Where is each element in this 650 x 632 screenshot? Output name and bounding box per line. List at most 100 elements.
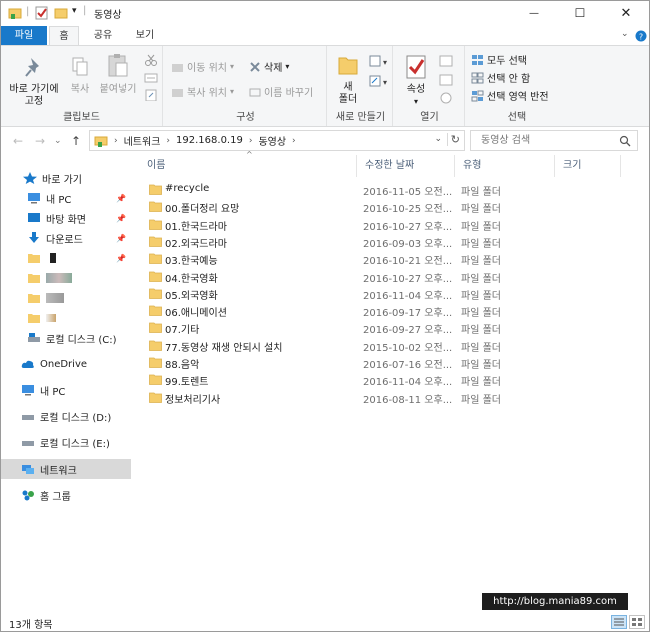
address-history-icon[interactable]: ⌄: [434, 134, 442, 144]
file-name[interactable]: 06.애니메이션: [165, 304, 227, 319]
easy-access-icon[interactable]: ▾: [369, 74, 387, 88]
file-name[interactable]: 00.폴더정리 요망: [165, 200, 239, 215]
copy-to-icon: [172, 88, 183, 97]
paste-button[interactable]: 붙여넣기: [97, 52, 139, 96]
file-row[interactable]: 02.외국드라마 2016-09-03 오후... 파일 폴더: [139, 233, 629, 250]
nav-local-disk-e[interactable]: 로컬 디스크 (E:): [1, 432, 131, 452]
breadcrumb-separator[interactable]: ›: [292, 136, 296, 146]
address-bar[interactable]: › 네트워크 › 192.168.0.19 › 동영상 › ⌄ ↻: [89, 130, 465, 151]
breadcrumb-separator[interactable]: ›: [114, 136, 118, 146]
nav-network[interactable]: 네트워크: [1, 459, 131, 479]
tab-file[interactable]: 파일: [1, 26, 47, 45]
nav-pinned-downloads[interactable]: 다운로드 📌: [1, 228, 131, 248]
file-name[interactable]: 05.외국영화: [165, 287, 218, 302]
file-row[interactable]: 77.동영상 재생 안되시 설치 2015-10-02 오전... 파일 폴더: [139, 337, 629, 354]
select-none-button[interactable]: 선택 안 함: [471, 70, 530, 85]
help-icon[interactable]: ?: [635, 30, 647, 42]
copy-button[interactable]: 복사: [67, 56, 93, 96]
nav-homegroup[interactable]: 홈 그룹: [1, 485, 131, 505]
rename-button[interactable]: 이름 바꾸기: [249, 84, 313, 99]
breadcrumb-separator[interactable]: ›: [166, 136, 170, 146]
tab-view[interactable]: 보기: [127, 26, 163, 45]
file-name[interactable]: 정보처리기사: [165, 391, 220, 406]
collapse-ribbon-icon[interactable]: ⌄: [621, 29, 629, 39]
minimize-button[interactable]: —: [511, 1, 557, 25]
copy-to-button[interactable]: 복사 위치 ▾: [171, 84, 234, 99]
file-type: 파일 폴더: [461, 221, 501, 233]
edit-icon[interactable]: [439, 73, 455, 87]
file-row[interactable]: 정보처리기사 2016-08-11 오후... 파일 폴더: [139, 389, 629, 406]
copy-path-icon[interactable]: [144, 72, 158, 84]
column-header-name[interactable]: 이름: [139, 155, 357, 177]
nav-pinned-this-pc[interactable]: 내 PC 📌: [1, 188, 131, 208]
properties-check-icon[interactable]: [34, 5, 50, 21]
file-row[interactable]: 03.한국예능 2016-10-21 오전... 파일 폴더: [139, 250, 629, 267]
file-name[interactable]: 02.외국드라마: [165, 235, 227, 250]
properties-button[interactable]: 속성 ▾: [399, 54, 433, 108]
back-arrow-icon[interactable]: ←: [13, 134, 23, 148]
recent-locations-icon[interactable]: ⌄: [54, 136, 62, 146]
history-icon[interactable]: [439, 91, 455, 105]
move-to-button[interactable]: 이동 위치 ▾: [171, 59, 234, 74]
file-name[interactable]: 77.동영상 재생 안되시 설치: [165, 339, 282, 354]
large-icons-view-button[interactable]: [629, 615, 645, 629]
open-icon[interactable]: [439, 54, 455, 68]
file-name[interactable]: 04.한국영화: [165, 270, 218, 285]
new-item-icon[interactable]: ▾: [369, 54, 387, 68]
nav-blurred-folder[interactable]: [1, 268, 131, 288]
search-box[interactable]: [470, 130, 638, 151]
column-header-size[interactable]: 크기: [555, 155, 621, 177]
file-row[interactable]: 04.한국영화 2016-10-27 오후... 파일 폴더: [139, 268, 629, 285]
file-row[interactable]: #recycle 2016-11-05 오전... 파일 폴더: [139, 181, 629, 198]
new-folder-button[interactable]: 새 폴더: [333, 52, 363, 106]
nav-local-disk-d[interactable]: 로컬 디스크 (D:): [1, 406, 131, 426]
file-modified-date: 2016-08-11 오후...: [363, 394, 453, 406]
breadcrumb-network[interactable]: 네트워크: [124, 133, 161, 148]
search-icon[interactable]: [619, 135, 631, 147]
file-row[interactable]: 05.외국영화 2016-11-04 오후... 파일 폴더: [139, 285, 629, 302]
invert-selection-button[interactable]: 선택 영역 반전: [471, 88, 549, 103]
column-header-modified[interactable]: 수정한 날짜: [357, 155, 455, 177]
maximize-button[interactable]: ☐: [557, 1, 603, 25]
column-header-type[interactable]: 유형: [455, 155, 555, 177]
pin-to-quick-access-button[interactable]: 바로 가기에 고정: [5, 56, 63, 108]
nav-local-disk-c[interactable]: 로컬 디스크 (C:): [1, 328, 131, 348]
breadcrumb-server[interactable]: 192.168.0.19: [176, 135, 243, 146]
forward-arrow-icon[interactable]: →: [35, 134, 45, 148]
details-view-button[interactable]: [611, 615, 627, 629]
nav-blurred-folder[interactable]: 📌: [1, 248, 131, 268]
nav-blurred-folder[interactable]: [1, 288, 131, 308]
file-name[interactable]: 01.한국드라마: [165, 218, 227, 233]
search-input[interactable]: [471, 131, 611, 150]
file-name[interactable]: 07.기타: [165, 321, 199, 336]
file-name[interactable]: 88.음악: [165, 356, 199, 371]
nav-this-pc[interactable]: 내 PC: [1, 380, 131, 400]
cut-icon[interactable]: [144, 54, 158, 66]
file-name[interactable]: 99.토렌트: [165, 373, 209, 388]
file-row[interactable]: 01.한국드라마 2016-10-27 오후... 파일 폴더: [139, 216, 629, 233]
file-row[interactable]: 88.음악 2016-07-16 오전... 파일 폴더: [139, 354, 629, 371]
nav-blurred-folder[interactable]: [1, 308, 131, 328]
breadcrumb-separator[interactable]: ›: [249, 136, 253, 146]
nav-quick-access[interactable]: 바로 가기: [1, 168, 131, 188]
refresh-icon[interactable]: ↻: [446, 133, 460, 146]
pin-icon: [25, 58, 39, 77]
up-arrow-icon[interactable]: ↑: [71, 134, 81, 148]
file-name[interactable]: 03.한국예능: [165, 252, 218, 267]
nav-pinned-desktop[interactable]: 바탕 화면 📌: [1, 208, 131, 228]
file-name[interactable]: #recycle: [165, 183, 209, 194]
close-button[interactable]: ✕: [603, 1, 649, 25]
nav-onedrive[interactable]: OneDrive: [1, 354, 131, 374]
quick-access-dropdown-icon[interactable]: ▾: [72, 6, 77, 16]
tab-share[interactable]: 공유: [85, 26, 121, 45]
file-row[interactable]: 07.기타 2016-09-27 오후... 파일 폴더: [139, 319, 629, 336]
delete-button[interactable]: 삭제 ▾: [249, 59, 289, 74]
paste-shortcut-icon[interactable]: [144, 89, 158, 101]
new-folder-icon[interactable]: [53, 5, 69, 21]
file-row[interactable]: 00.폴더정리 요망 2016-10-25 오전... 파일 폴더: [139, 198, 629, 215]
select-all-button[interactable]: 모두 선택: [471, 52, 527, 67]
breadcrumb-current[interactable]: 동영상: [258, 133, 286, 148]
file-row[interactable]: 06.애니메이션 2016-09-17 오후... 파일 폴더: [139, 302, 629, 319]
tab-home[interactable]: 홈: [49, 26, 79, 45]
file-row[interactable]: 99.토렌트 2016-11-04 오후... 파일 폴더: [139, 371, 629, 388]
